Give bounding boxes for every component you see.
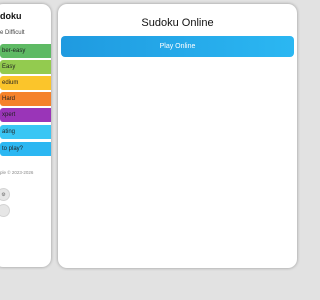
level-button-medium[interactable]: edium <box>0 76 51 90</box>
level-button-rating[interactable]: ating <box>0 125 51 139</box>
level-label: ating <box>2 129 16 135</box>
settings-icon: ⚙ <box>1 192 6 198</box>
how-to-play-button[interactable]: to play? <box>0 142 51 156</box>
play-online-label: Play Online <box>159 43 196 50</box>
copyright-text: ple © 2023-2026 <box>0 170 34 175</box>
level-label: xpert <box>2 112 16 118</box>
level-button-super-easy[interactable]: ber-easy <box>0 44 51 58</box>
level-label: ber-easy <box>2 48 26 54</box>
theme-toggle-button[interactable] <box>0 204 10 217</box>
level-label: edium <box>2 80 19 86</box>
level-label: Easy <box>2 64 16 70</box>
settings-button[interactable]: ⚙ <box>0 188 10 201</box>
page-title: Sudoku Online <box>141 17 214 29</box>
level-button-hard[interactable]: Hard <box>0 92 51 106</box>
main-panel: Sudoku Online Play Online <box>58 4 297 268</box>
level-label: Hard <box>2 96 16 102</box>
level-button-easy[interactable]: Easy <box>0 60 51 74</box>
choose-difficulty-label: e Difficult <box>0 30 25 36</box>
sidebar: doku e Difficult ber-easy Easy edium Har… <box>0 4 51 267</box>
play-online-button[interactable]: Play Online <box>61 36 294 57</box>
level-button-expert[interactable]: xpert <box>0 108 51 122</box>
level-label: to play? <box>2 146 24 152</box>
app-title: doku <box>0 11 22 21</box>
